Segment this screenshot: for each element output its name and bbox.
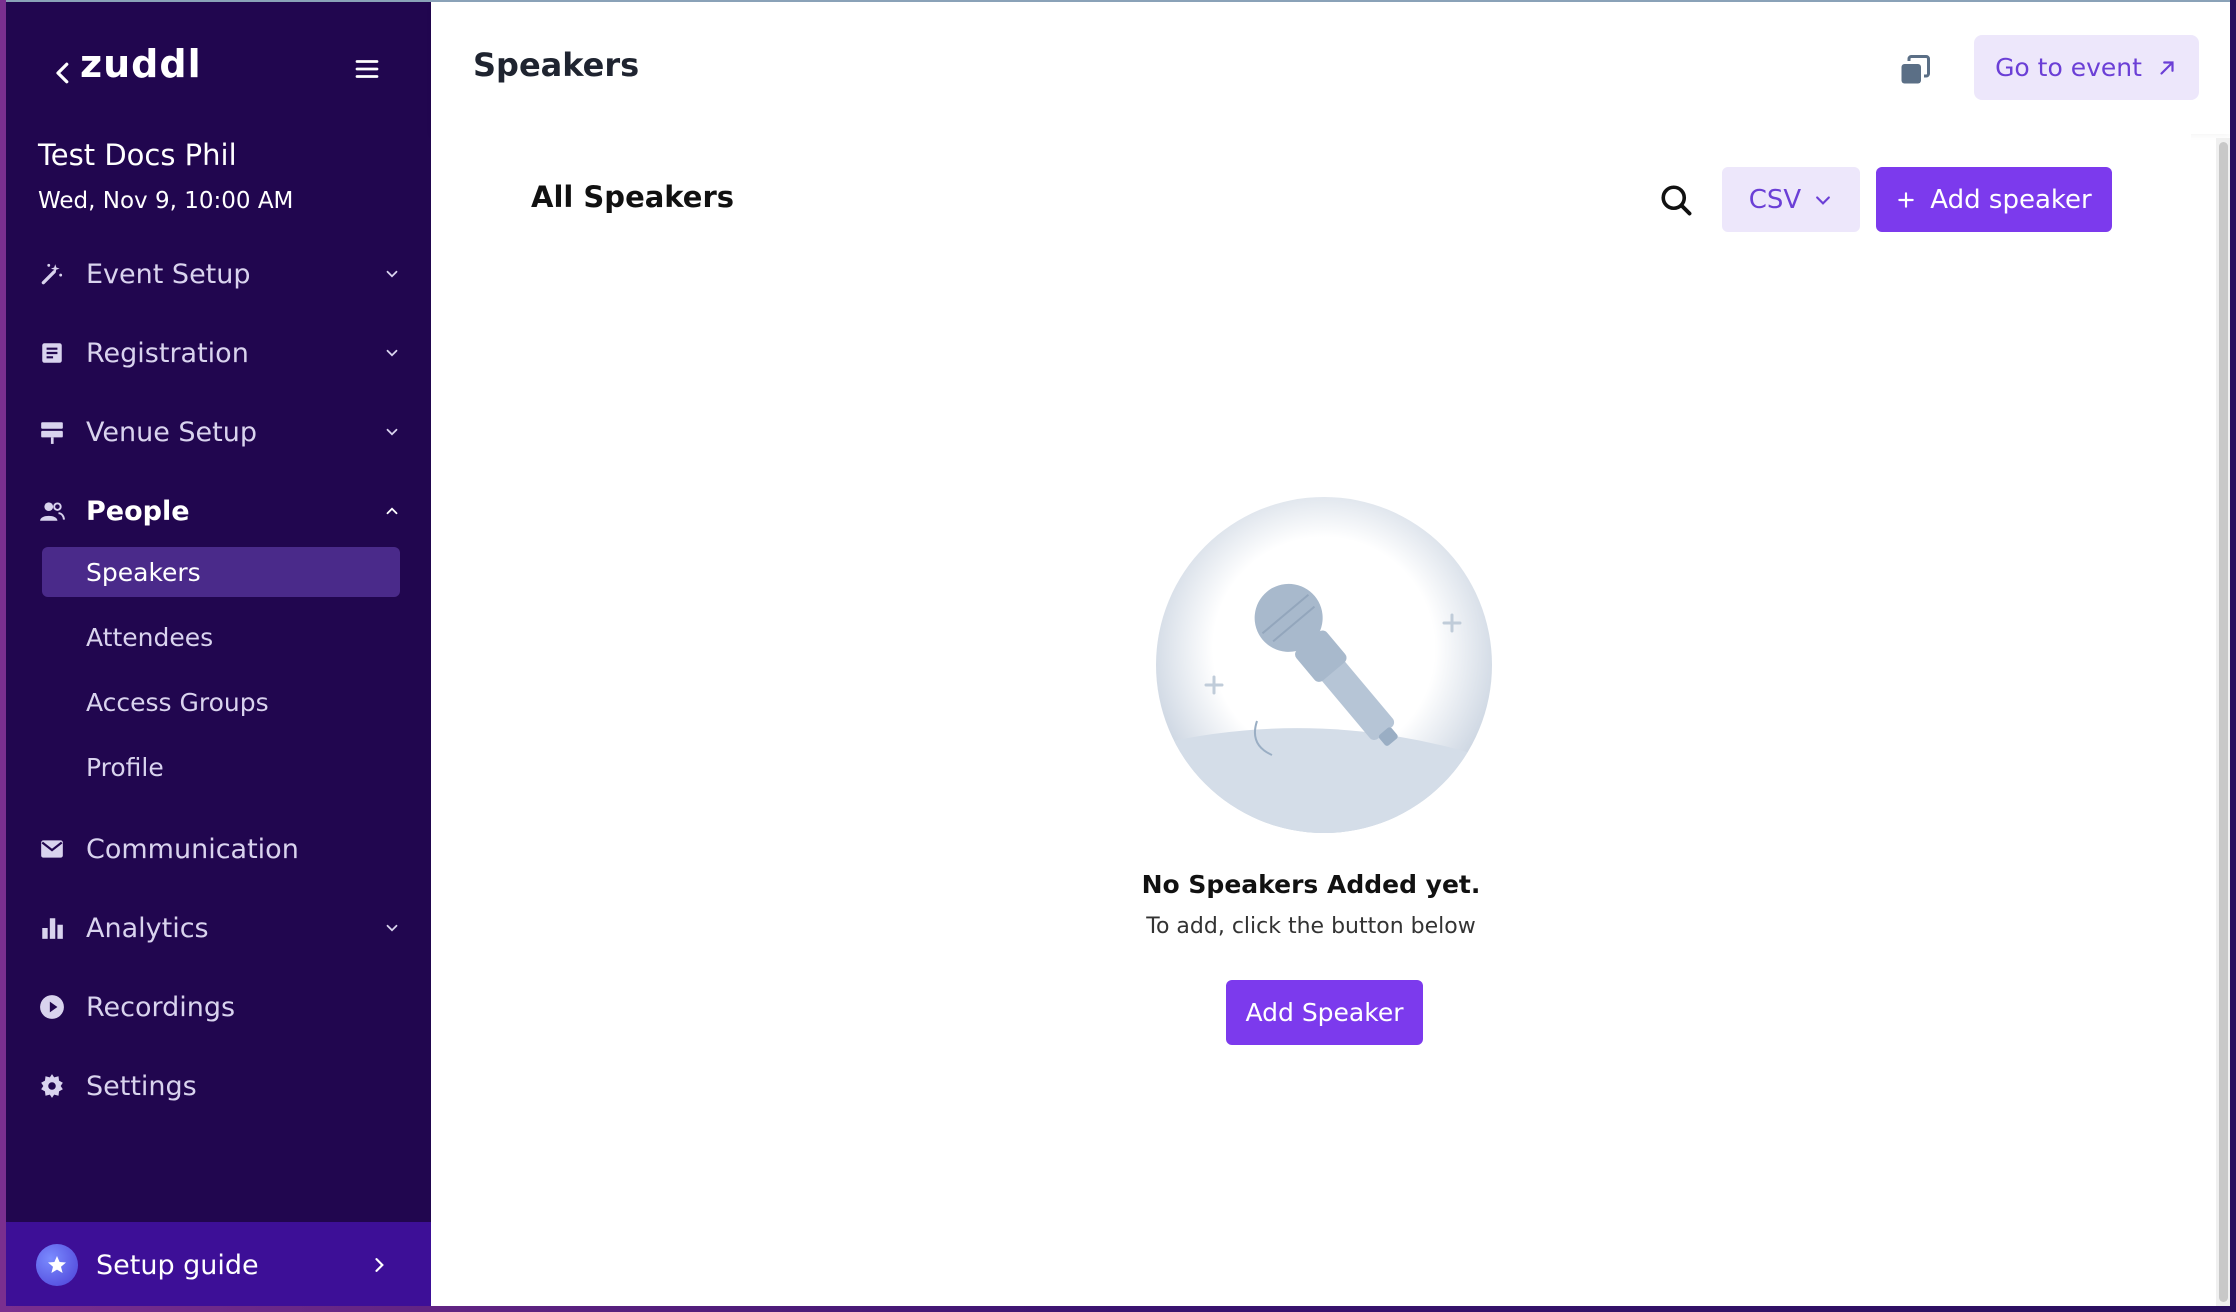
chevron-down-icon [1816,195,1831,205]
chevron-down-icon [381,421,403,443]
empty-add-speaker-button[interactable]: Add Speaker [1226,980,1423,1045]
add-speaker-label: Add speaker [1930,184,2092,215]
chevron-right-icon [367,1253,391,1277]
hamburger-menu-icon[interactable] [352,54,382,84]
empty-state-title: No Speakers Added yet. [1141,870,1481,899]
form-icon [38,339,66,367]
nav-label: Registration [86,337,249,369]
signpost-icon [38,418,66,446]
external-arrow-icon [2160,60,2174,75]
magic-wand-icon [38,260,66,288]
chevron-down-icon [381,917,403,939]
app-window: zuddl Test Docs Phil Wed, Nov 9, 10:00 A… [6,0,2230,1306]
play-circle-icon [38,993,66,1021]
nav-label: Event Setup [86,258,251,290]
nav-event-setup[interactable]: Event Setup [38,246,403,302]
nav-settings[interactable]: Settings [38,1058,403,1114]
empty-state-subtitle: To add, click the button below [1146,914,1476,939]
event-date: Wed, Nov 9, 10:00 AM [38,188,294,214]
chevron-up-icon [381,500,403,522]
nav-venue-setup[interactable]: Venue Setup [38,404,403,460]
nav-label: Venue Setup [86,416,257,448]
setup-guide-button[interactable]: Setup guide [6,1222,431,1306]
copy-icon[interactable] [1897,52,1933,88]
zuddl-logo[interactable]: zuddl [80,42,202,86]
setup-guide-label: Setup guide [96,1249,259,1281]
scrollbar-thumb[interactable] [2219,142,2228,1302]
nav-recordings[interactable]: Recordings [38,979,403,1035]
search-icon[interactable] [1658,182,1694,218]
sidebar: zuddl Test Docs Phil Wed, Nov 9, 10:00 A… [6,2,431,1306]
chevron-down-icon [381,263,403,285]
nav-label: People [86,495,190,527]
sub-item-profile[interactable]: Profile [42,742,400,792]
sub-item-speakers[interactable]: Speakers [42,547,400,597]
sub-item-label: Access Groups [86,687,269,717]
empty-add-speaker-label: Add Speaker [1245,998,1404,1027]
event-name: Test Docs Phil [38,138,237,172]
bar-chart-icon [38,914,66,942]
go-to-event-button[interactable]: Go to event [1974,35,2199,100]
main-content: All Speakers CSV Add speaker No Speakers… [431,134,2191,1306]
top-header: Speakers Go to event [431,2,2230,134]
plus-icon [1898,191,1915,208]
nav-label: Recordings [86,991,236,1023]
chevron-down-icon [381,342,403,364]
back-chevron-icon[interactable] [48,58,78,88]
gear-icon [38,1072,66,1100]
mail-icon [38,835,66,863]
csv-dropdown-button[interactable]: CSV [1722,167,1860,232]
nav-analytics[interactable]: Analytics [38,900,403,956]
section-title: All Speakers [531,180,735,214]
go-to-event-label: Go to event [1995,53,2142,82]
star-icon [36,1244,78,1286]
nav-people[interactable]: People [38,483,403,539]
people-icon [38,497,66,525]
nav-label: Analytics [86,912,209,944]
nav-communication[interactable]: Communication [38,821,403,877]
sub-item-attendees[interactable]: Attendees [42,612,400,662]
microphone-illustration-icon [1156,497,1492,833]
page-title: Speakers [473,46,640,84]
nav-registration[interactable]: Registration [38,325,403,381]
sub-item-access-groups[interactable]: Access Groups [42,677,400,727]
csv-label: CSV [1748,184,1802,215]
add-speaker-button[interactable]: Add speaker [1876,167,2112,232]
nav-label: Settings [86,1070,197,1102]
nav-label: Communication [86,833,299,865]
sub-item-label: Profile [86,752,164,782]
sub-item-label: Attendees [86,622,214,652]
sub-item-label: Speakers [86,557,201,587]
